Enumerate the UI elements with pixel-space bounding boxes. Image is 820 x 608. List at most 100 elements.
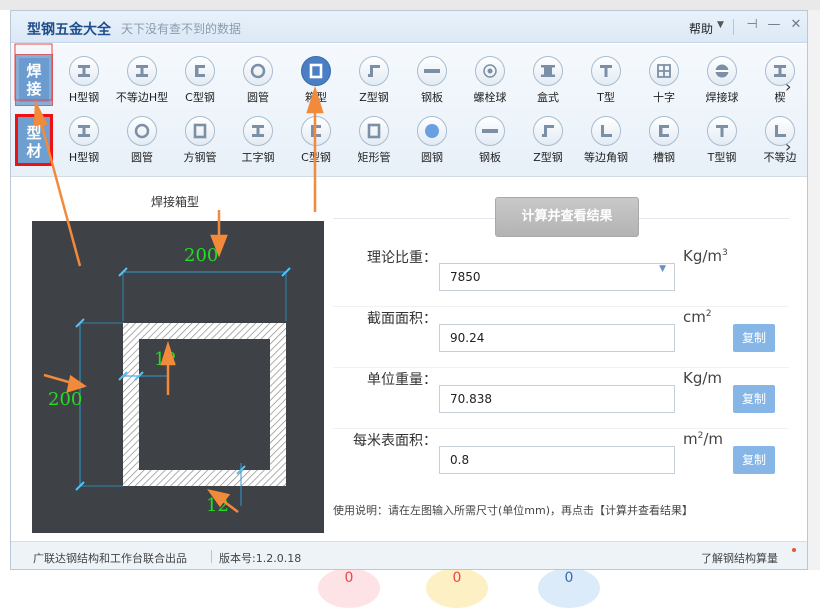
flange-thickness-value[interactable]: 12 xyxy=(206,495,229,516)
shape-icon-frame[interactable] xyxy=(301,56,331,86)
width-value[interactable]: 200 xyxy=(184,245,218,266)
shape-icon-frame[interactable] xyxy=(69,56,99,86)
density-select[interactable]: 7850 ▼ xyxy=(439,263,675,291)
i-section-icon xyxy=(136,65,148,77)
shape-icon-frame[interactable] xyxy=(127,116,157,146)
shape-icon-frame[interactable] xyxy=(417,116,447,146)
area-field[interactable]: 90.24 xyxy=(439,324,675,352)
shape-icon-frame[interactable] xyxy=(69,116,99,146)
profile-shape-item[interactable]: 钢板 xyxy=(461,114,519,170)
profile-shape-item[interactable]: 槽钢 xyxy=(635,114,693,170)
shape-icon-frame[interactable] xyxy=(475,56,505,86)
surface-unit-text: m xyxy=(683,430,698,448)
surface-field[interactable]: 0.8 xyxy=(439,446,675,474)
shape-icon-frame[interactable] xyxy=(417,56,447,86)
shape-icon-frame[interactable] xyxy=(533,56,563,86)
weld-shape-item[interactable]: 十字 xyxy=(635,54,693,110)
profile-shape-item[interactable]: H型钢 xyxy=(55,114,113,170)
profile-shape-item[interactable]: 等边角钢 xyxy=(577,114,635,170)
weld-shape-item[interactable]: 楔 xyxy=(751,54,809,110)
shape-icon-frame[interactable] xyxy=(301,116,331,146)
weld-shape-item[interactable]: 螺栓球 xyxy=(461,54,519,110)
learn-more-link[interactable]: 了解钢结构算量 xyxy=(701,550,778,566)
disc-section-icon xyxy=(425,124,439,138)
profile-shape-item[interactable]: 方钢管 xyxy=(171,114,229,170)
profile-shape-item[interactable]: Z型钢 xyxy=(519,114,577,170)
shape-icon-frame[interactable] xyxy=(243,56,273,86)
copy-weight-button[interactable]: 复制 xyxy=(733,385,775,413)
weld-shape-item[interactable]: Z型钢 xyxy=(345,54,403,110)
copy-area-button[interactable]: 复制 xyxy=(733,324,775,352)
profile-shape-item[interactable]: 矩形管 xyxy=(345,114,403,170)
calculate-button[interactable]: 计算并查看结果 xyxy=(495,197,639,237)
weld-shape-item[interactable]: 盒式 xyxy=(519,54,577,110)
density-label: 理论比重： xyxy=(367,250,437,266)
weld-shape-item[interactable]: 钢板 xyxy=(403,54,461,110)
weight-value: 70.838 xyxy=(450,392,492,406)
area-unit-text: cm xyxy=(683,308,706,326)
ball2-section-icon xyxy=(715,64,729,78)
shape-icon-frame[interactable] xyxy=(591,56,621,86)
shape-icon-frame[interactable] xyxy=(359,56,389,86)
row-scroll-right-icon[interactable]: › xyxy=(785,77,791,96)
profile-shape-item[interactable]: 圆管 xyxy=(113,114,171,170)
box-section-icon xyxy=(193,123,207,139)
background-badge-2: 0 xyxy=(426,568,488,608)
cross-section-icon xyxy=(657,64,671,78)
shape-icon-frame[interactable] xyxy=(127,56,157,86)
weld-shape-item[interactable]: T型 xyxy=(577,54,635,110)
category-tab-profile-label-2: 材 xyxy=(26,142,42,160)
minimize-button[interactable]: — xyxy=(765,17,783,35)
i-section-icon xyxy=(78,65,90,77)
weld-shape-item[interactable]: 箱型 xyxy=(287,54,345,110)
profile-shape-item[interactable]: T型钢 xyxy=(693,114,751,170)
profile-shape-row: H型钢 圆管 方钢管 工字钢 C型钢 矩形管 圆钢 钢板 Z型钢 等边角钢 槽钢 T型钢 不等边 xyxy=(55,114,797,174)
weld-shape-item[interactable]: 焊接球 xyxy=(693,54,751,110)
app-slogan: 天下没有查不到的数据 xyxy=(121,22,242,36)
shape-label: 楔 xyxy=(774,91,786,104)
copy-surface-button[interactable]: 复制 xyxy=(733,446,775,474)
shape-icon-frame[interactable] xyxy=(475,116,505,146)
height-value[interactable]: 200 xyxy=(48,389,82,410)
ii-section-icon xyxy=(541,65,555,77)
credit-text: 广联达钢结构和工作台联合出品 xyxy=(33,552,187,565)
chevron-down-icon[interactable]: ▼ xyxy=(659,264,666,274)
shape-icon-frame[interactable] xyxy=(243,116,273,146)
close-button[interactable]: ✕ xyxy=(787,17,805,35)
profile-shape-item[interactable]: 不等边 xyxy=(751,114,809,170)
profile-shape-item[interactable]: 圆钢 xyxy=(403,114,461,170)
surface-label: 每米表面积： xyxy=(353,433,437,449)
c-section-icon xyxy=(659,125,669,137)
notification-dot xyxy=(792,548,796,552)
weld-shape-item[interactable]: 不等边H型 xyxy=(113,54,171,110)
density-unit-sup: 3 xyxy=(722,248,728,258)
shape-icon-frame[interactable] xyxy=(649,56,679,86)
pin-icon[interactable]: ⊣ xyxy=(743,17,761,35)
profile-shape-item[interactable]: 工字钢 xyxy=(229,114,287,170)
box-section-icon xyxy=(367,123,381,139)
shape-icon-frame[interactable] xyxy=(359,116,389,146)
category-tab-weld-label-2: 接 xyxy=(26,80,42,98)
usage-note: 使用说明：请在左图输入所需尺寸(单位mm)，再点击【计算并查看结果】 xyxy=(333,504,694,517)
shape-icon-frame[interactable] xyxy=(591,116,621,146)
section-diagram: 200 200 12 12 xyxy=(32,221,324,533)
chevron-down-icon[interactable]: ▼ xyxy=(717,20,724,30)
weld-shape-item[interactable]: 圆管 xyxy=(229,54,287,110)
category-tab-profile[interactable]: 型 材 xyxy=(15,114,53,166)
row-scroll-right-icon[interactable]: › xyxy=(785,137,791,156)
shape-icon-frame[interactable] xyxy=(185,116,215,146)
shape-icon-frame[interactable] xyxy=(533,116,563,146)
weld-shape-item[interactable]: H型钢 xyxy=(55,54,113,110)
z-section-icon xyxy=(542,125,554,137)
shape-icon-frame[interactable] xyxy=(185,56,215,86)
weld-shape-item[interactable]: C型钢 xyxy=(171,54,229,110)
shape-icon-frame[interactable] xyxy=(649,116,679,146)
density-row: 理论比重： 7850 ▼ Kg/m3 xyxy=(333,247,789,307)
web-thickness-value[interactable]: 12 xyxy=(154,349,177,370)
shape-icon-frame[interactable] xyxy=(707,116,737,146)
shape-icon-frame[interactable] xyxy=(707,56,737,86)
help-menu[interactable]: 帮助 xyxy=(689,20,713,37)
profile-shape-item[interactable]: C型钢 xyxy=(287,114,345,170)
category-tab-weld[interactable]: 焊 接 xyxy=(15,54,53,106)
weight-field[interactable]: 70.838 xyxy=(439,385,675,413)
